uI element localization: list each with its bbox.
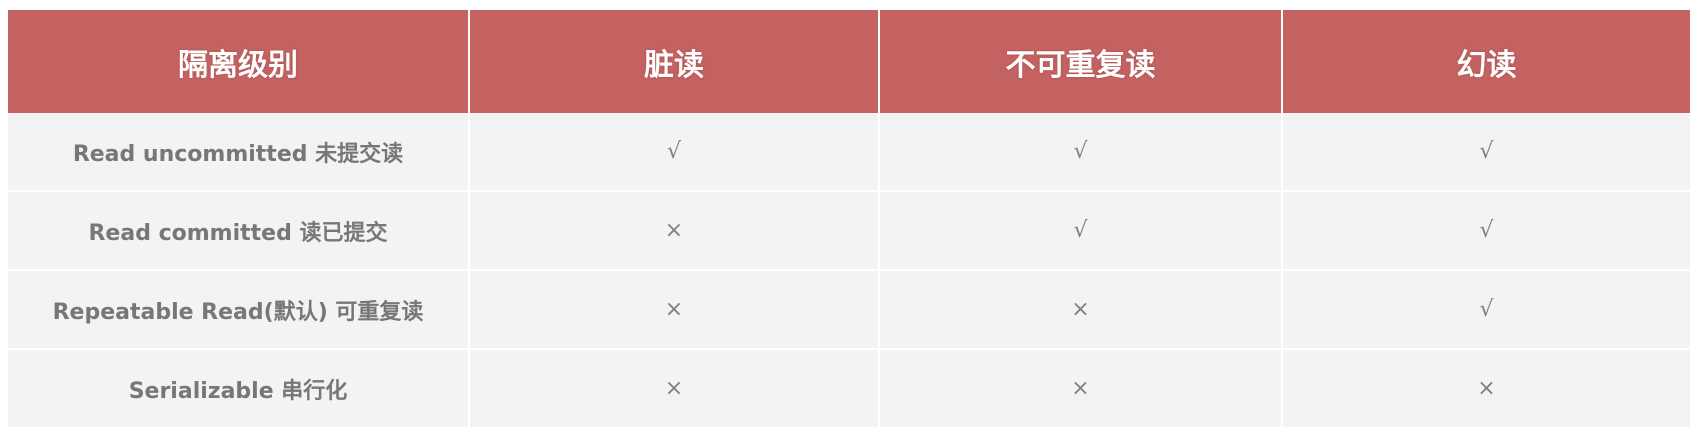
- table-row: Read committed 读已提交 × √ √: [8, 190, 1690, 270]
- isolation-level-table-container: 隔离级别 脏读 不可重复读 幻读 Read uncommitted 未提交读 √…: [8, 10, 1690, 427]
- row-level-label: Read uncommitted 未提交读: [8, 113, 469, 191]
- header-phantom-read: 幻读: [1281, 10, 1690, 113]
- phantom-read-mark: √: [1281, 113, 1690, 191]
- table-row: Repeatable Read(默认) 可重复读 × × √: [8, 269, 1690, 349]
- dirty-read-mark: ×: [468, 269, 879, 349]
- non-repeatable-read-mark: ×: [878, 269, 1282, 349]
- row-level-label: Read committed 读已提交: [8, 190, 469, 270]
- dirty-read-mark: ×: [468, 348, 879, 427]
- isolation-level-table: 隔离级别 脏读 不可重复读 幻读 Read uncommitted 未提交读 √…: [8, 10, 1690, 427]
- non-repeatable-read-mark: ×: [878, 348, 1282, 427]
- table-row: Read uncommitted 未提交读 √ √ √: [8, 113, 1690, 191]
- non-repeatable-read-mark: √: [878, 190, 1282, 270]
- table-header-row: 隔离级别 脏读 不可重复读 幻读: [8, 10, 1690, 113]
- row-level-label: Repeatable Read(默认) 可重复读: [8, 269, 469, 349]
- dirty-read-mark: ×: [468, 190, 879, 270]
- table-row: Serializable 串行化 × × ×: [8, 348, 1690, 427]
- header-non-repeatable-read: 不可重复读: [878, 10, 1282, 113]
- dirty-read-mark: √: [468, 113, 879, 191]
- non-repeatable-read-mark: √: [878, 113, 1282, 191]
- phantom-read-mark: √: [1281, 269, 1690, 349]
- header-dirty-read: 脏读: [468, 10, 879, 113]
- header-isolation-level: 隔离级别: [8, 10, 469, 113]
- phantom-read-mark: √: [1281, 190, 1690, 270]
- phantom-read-mark: ×: [1281, 348, 1690, 427]
- row-level-label: Serializable 串行化: [8, 348, 469, 427]
